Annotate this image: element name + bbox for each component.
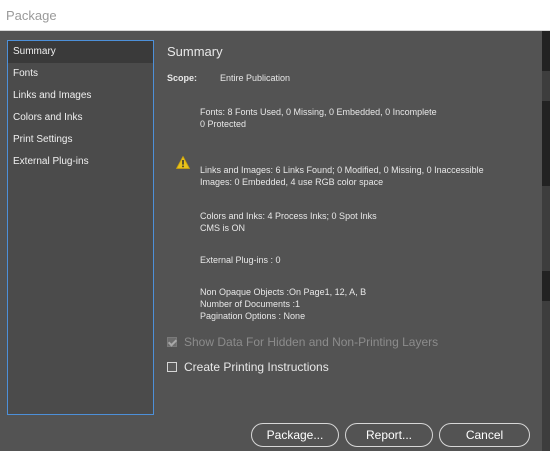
summary-line: Colors and Inks: 4 Process Inks; 0 Spot … <box>200 211 377 221</box>
fonts-summary: Fonts: 8 Fonts Used, 0 Missing, 0 Embedd… <box>200 106 437 130</box>
background-block <box>542 101 550 186</box>
sidebar-item-colors-and-inks[interactable]: Colors and Inks <box>8 107 153 129</box>
summary-line: Images: 0 Embedded, 4 use RGB color spac… <box>200 177 384 187</box>
summary-line: CMS is ON <box>200 223 245 233</box>
plugins-summary: External Plug-ins : 0 <box>200 254 281 266</box>
colors-summary: Colors and Inks: 4 Process Inks; 0 Spot … <box>200 210 377 234</box>
summary-line: Pagination Options : None <box>200 311 306 321</box>
scope-label: Scope: <box>167 73 198 83</box>
checkbox-label: Create Printing Instructions <box>184 360 329 374</box>
summary-line: Fonts: 8 Fonts Used, 0 Missing, 0 Embedd… <box>200 107 437 117</box>
sidebar-item-links-and-images[interactable]: Links and Images <box>8 85 153 107</box>
summary-line: 0 Protected <box>200 119 247 129</box>
misc-summary: Non Opaque Objects :On Page1, 12, A, B N… <box>200 286 366 322</box>
sidebar-item-print-settings[interactable]: Print Settings <box>8 129 153 151</box>
checkbox-label: Show Data For Hidden and Non-Printing La… <box>184 335 439 349</box>
checkbox-checked-icon[interactable] <box>167 337 177 347</box>
summary-panel: Summary Scope: Entire Publication Fonts:… <box>167 31 537 411</box>
summary-line: Non Opaque Objects :On Page1, 12, A, B <box>200 287 367 297</box>
package-button[interactable]: Package... <box>251 423 339 447</box>
summary-line: External Plug-ins : 0 <box>200 255 281 265</box>
create-printing-instructions-checkbox[interactable]: Create Printing Instructions <box>167 359 329 375</box>
show-hidden-layers-checkbox[interactable]: Show Data For Hidden and Non-Printing La… <box>167 334 438 350</box>
summary-line: Links and Images: 6 Links Found; 0 Modif… <box>200 165 484 175</box>
sidebar-item-fonts[interactable]: Fonts <box>8 63 153 85</box>
cancel-button[interactable]: Cancel <box>439 423 530 447</box>
background-block <box>542 31 550 71</box>
package-dialog: Summary Fonts Links and Images Colors an… <box>0 31 542 451</box>
summary-line: Number of Documents :1 <box>200 299 301 309</box>
warning-icon <box>176 156 190 169</box>
sidebar: Summary Fonts Links and Images Colors an… <box>7 40 154 415</box>
scope-row: Scope: Entire Publication <box>167 73 290 83</box>
links-summary: Links and Images: 6 Links Found; 0 Modif… <box>200 164 484 188</box>
scope-value: Entire Publication <box>220 73 291 83</box>
background-window-edge <box>542 31 550 451</box>
panel-title: Summary <box>167 44 223 59</box>
sidebar-item-external-plug-ins[interactable]: External Plug-ins <box>8 151 153 173</box>
background-block <box>542 271 550 301</box>
checkbox-unchecked-icon[interactable] <box>167 362 177 372</box>
sidebar-item-summary[interactable]: Summary <box>8 41 153 63</box>
report-button[interactable]: Report... <box>345 423 433 447</box>
window-title: Package <box>6 8 57 23</box>
title-bar: Package <box>0 0 550 31</box>
